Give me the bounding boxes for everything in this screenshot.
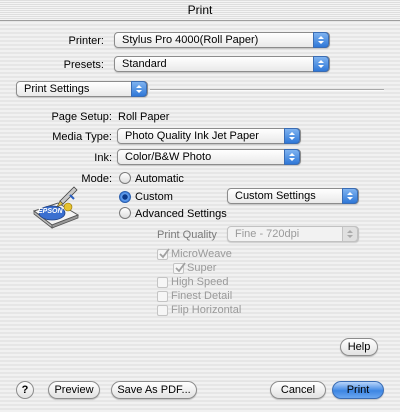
cancel-button[interactable]: Cancel — [270, 381, 326, 399]
popup-arrows-icon — [313, 56, 329, 72]
custom-settings-value: Custom Settings — [235, 190, 316, 202]
presets-value: Standard — [122, 58, 167, 70]
finest-detail-label: Finest Detail — [171, 290, 233, 302]
panel-value: Print Settings — [24, 83, 90, 95]
super-label: Super — [187, 262, 217, 274]
preview-button[interactable]: Preview — [48, 381, 100, 399]
page-setup-value: Roll Paper — [118, 111, 170, 123]
presets-popup[interactable]: Standard — [114, 56, 330, 72]
media-type-value: Photo Quality Ink Jet Paper — [125, 130, 259, 142]
mode-advanced-label[interactable]: Advanced Settings — [135, 208, 227, 220]
printer-value: Stylus Pro 4000(Roll Paper) — [122, 34, 259, 46]
mode-automatic-radio[interactable] — [119, 172, 131, 184]
epson-mode-illustration: EPSON — [30, 181, 82, 233]
popup-arrows-icon — [284, 149, 300, 165]
media-type-popup[interactable]: Photo Quality Ink Jet Paper — [117, 128, 301, 144]
custom-settings-popup[interactable]: Custom Settings — [227, 188, 359, 204]
print-quality-value: Fine - 720dpi — [235, 228, 300, 240]
super-checkbox[interactable] — [173, 262, 186, 274]
printer-popup[interactable]: Stylus Pro 4000(Roll Paper) — [114, 32, 330, 48]
epson-logo-text: EPSON — [38, 208, 63, 215]
checkmark-icon — [159, 248, 170, 259]
mode-automatic-label[interactable]: Automatic — [135, 173, 184, 185]
flip-horizontal-checkbox[interactable] — [157, 305, 168, 316]
help-button[interactable]: Help — [340, 338, 378, 356]
page-setup-label: Page Setup: — [51, 111, 112, 123]
question-help-button[interactable]: ? — [16, 381, 34, 399]
window-title: Print — [0, 0, 400, 21]
media-type-label: Media Type: — [52, 131, 112, 143]
finest-detail-checkbox[interactable] — [157, 291, 168, 302]
printer-label: Printer: — [68, 35, 104, 47]
microweave-checkbox[interactable] — [157, 248, 170, 260]
ink-label: Ink: — [94, 152, 112, 164]
ink-value: Color/B&W Photo — [125, 151, 212, 163]
mode-advanced-radio[interactable] — [119, 207, 131, 219]
high-speed-label: High Speed — [171, 276, 229, 288]
save-as-pdf-button[interactable]: Save As PDF... — [111, 381, 197, 399]
ink-popup[interactable]: Color/B&W Photo — [117, 149, 301, 165]
panel-popup[interactable]: Print Settings — [16, 81, 148, 97]
popup-arrows-icon — [342, 188, 358, 204]
flip-horizontal-label: Flip Horizontal — [171, 304, 242, 316]
print-quality-label: Print Quality — [157, 229, 217, 241]
panel-separator — [150, 89, 384, 91]
popup-arrows-icon — [131, 81, 147, 97]
mode-custom-label[interactable]: Custom — [135, 191, 173, 203]
popup-arrows-icon — [342, 226, 358, 242]
presets-label: Presets: — [63, 59, 104, 71]
print-quality-popup[interactable]: Fine - 720dpi — [227, 226, 359, 242]
high-speed-checkbox[interactable] — [157, 277, 168, 288]
popup-arrows-icon — [284, 128, 300, 144]
checkmark-icon — [175, 262, 186, 273]
microweave-label: MicroWeave — [171, 248, 232, 260]
print-button[interactable]: Print — [332, 381, 384, 399]
mode-custom-radio[interactable] — [119, 191, 131, 203]
popup-arrows-icon — [313, 32, 329, 48]
